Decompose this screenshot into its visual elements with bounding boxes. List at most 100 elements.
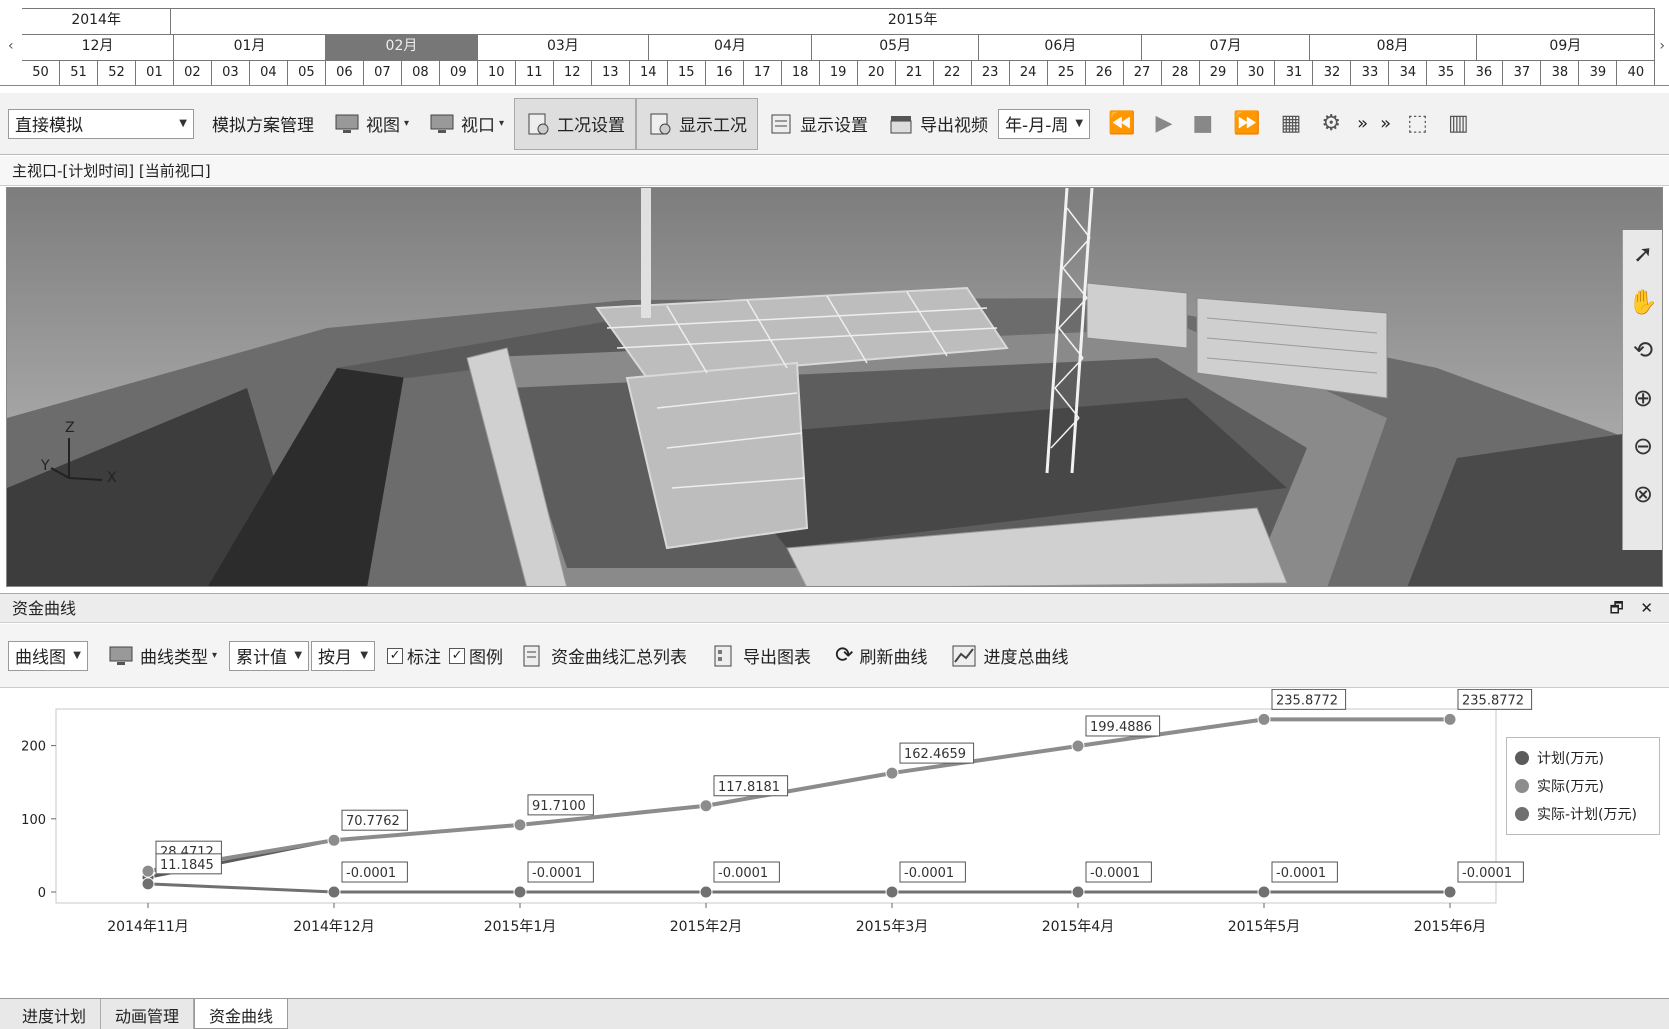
timeline-week-cell[interactable]: 29 [1200,61,1238,85]
timeline-month-cell[interactable]: 01月 [174,35,326,60]
export-video-button[interactable]: 导出视频 [878,98,998,150]
3d-viewport[interactable]: Z Y X ➚ ✋ ⟲ ⊕ ⊖ ⊗ [6,187,1663,587]
zoom-in-icon[interactable]: ⊕ [1623,374,1662,422]
timeline-month-cell[interactable]: 09月 [1477,35,1656,60]
tower-crane-icon[interactable]: ▦ [1271,111,1312,136]
timeline-week-cell[interactable]: 23 [972,61,1010,85]
timeline-week-cell[interactable]: 04 [250,61,288,85]
display-settings-button[interactable]: 显示设置 [758,98,878,150]
panel-window-buttons[interactable]: 🗗 ✕ [1610,594,1659,623]
timeline-week-cell[interactable]: 07 [364,61,402,85]
time-unit-select[interactable]: 年-月-周 ▼ [998,108,1091,139]
timeline-week-cell[interactable]: 36 [1465,61,1504,85]
timeline-week-cell[interactable]: 17 [744,61,782,85]
bottom-tab-2[interactable]: 资金曲线 [194,999,289,1029]
timeline-week-cell[interactable]: 30 [1238,61,1276,85]
show-work-button[interactable]: 显示工况 [636,97,759,150]
timeline-week-cell[interactable]: 16 [706,61,744,85]
timeline-week-cell[interactable]: 18 [782,61,820,85]
timeline-week-cell[interactable]: 03 [212,61,250,85]
scheme-management-button[interactable]: 模拟方案管理 [202,98,324,150]
timeline-week-cell[interactable]: 20 [858,61,896,85]
timeline-week-cell[interactable]: 34 [1389,61,1428,85]
select-cursor-icon[interactable]: ➚ [1623,230,1662,278]
zoom-extents-icon[interactable]: ⊗ [1623,470,1662,518]
viewport-button[interactable]: 视口 ▾ [419,98,514,150]
settings-wrench-icon[interactable]: ⚙ [1311,111,1351,136]
timeline-week-cell[interactable]: 51 [60,61,98,85]
timeline-month-cell[interactable]: 12月 [22,35,174,60]
timeline-week-cell[interactable]: 14 [630,61,668,85]
bottom-tab-1[interactable]: 动画管理 [101,999,195,1029]
timeline-week-cell[interactable]: 26 [1086,61,1124,85]
timeline-scroll-left-icon[interactable]: ‹ [8,38,14,54]
timeline-week-cell[interactable]: 08 [402,61,440,85]
timeline-week-cell[interactable]: 50 [22,61,60,85]
timeline-week-cell[interactable]: 19 [820,61,858,85]
zoom-out-icon[interactable]: ⊖ [1623,422,1662,470]
timeline-week-cell[interactable]: 21 [896,61,934,85]
timeline-week-cell[interactable]: 09 [440,61,478,85]
value-mode-select[interactable]: 累计值 ▼ [229,640,310,671]
timeline-week-cell[interactable]: 24 [1010,61,1048,85]
timeline-month-cell[interactable]: 05月 [812,35,980,60]
timeline-month-cell[interactable]: 03月 [478,35,649,60]
timeline-month-cell[interactable]: 06月 [979,35,1143,60]
timeline-scroll-right-icon[interactable]: › [1659,38,1665,54]
timeline-week-cell[interactable]: 35 [1427,61,1466,85]
timeline-week-cell[interactable]: 28 [1162,61,1200,85]
timeline-week-cell[interactable]: 37 [1503,61,1542,85]
legend-checkbox[interactable]: ✓ 图例 [445,643,507,668]
gantt-bars-icon[interactable]: ▥ [1438,111,1479,136]
overflow-more-icon-2[interactable]: » [1374,113,1397,134]
timeline-week-cell[interactable]: 31 [1275,61,1314,85]
progress-curve-button[interactable]: 进度总曲线 [939,643,1080,668]
timeline-month-cell[interactable]: 07月 [1142,35,1310,60]
timeline-week-cell[interactable]: 01 [136,61,174,85]
export-chart-button[interactable]: 导出图表 [699,643,823,668]
timeline-month-cell[interactable]: 04月 [649,35,813,60]
chart-mode-select[interactable]: 曲线图 ▼ [8,640,88,671]
play-icon[interactable]: ▶ [1145,111,1182,136]
timeline-week-cell[interactable]: 40 [1617,61,1656,85]
legend-label: 计划(万元) [1537,751,1604,767]
stop-icon[interactable]: ■ [1182,111,1223,136]
timeline-week-cell[interactable]: 22 [934,61,972,85]
overflow-more-icon[interactable]: » [1351,113,1374,134]
summary-table-button[interactable]: 资金曲线汇总列表 [507,643,699,668]
data-point [1071,739,1085,753]
sim-mode-select[interactable]: 直接模拟 ▼ [8,108,194,139]
timeline-ruler[interactable]: ‹ › 2014年 2015年 12月 01月 02月 03月 04月 05月 06月 07月 0… [0,0,1669,86]
timeline-week-cell[interactable]: 13 [592,61,630,85]
bottom-tab-0[interactable]: 进度计划 [8,999,102,1029]
timeline-week-cell[interactable]: 52 [98,61,136,85]
pan-hand-icon[interactable]: ✋ [1623,278,1662,326]
timeline-month-cell[interactable]: 02月 [325,35,478,60]
data-label: 162.4659 [904,747,966,762]
timeline-week-cell[interactable]: 06 [326,61,364,85]
timeline-week-cell[interactable]: 11 [516,61,554,85]
timeline-week-cell[interactable]: 05 [288,61,326,85]
timeline-week-cell[interactable]: 33 [1351,61,1390,85]
view-button[interactable]: 视图 ▾ [324,98,419,150]
timeline-week-cell[interactable]: 39 [1579,61,1618,85]
work-settings-button[interactable]: 工况设置 [514,97,637,150]
section-plane-icon[interactable]: ⬚ [1397,111,1438,136]
annotate-checkbox[interactable]: ✓ 标注 [383,643,445,668]
timeline-week-cell[interactable]: 25 [1048,61,1086,85]
timeline-week-cell[interactable]: 02 [174,61,212,85]
timeline-week-cell[interactable]: 10 [478,61,516,85]
timeline-week-cell[interactable]: 27 [1124,61,1162,85]
period-select[interactable]: 按月 ▼ [311,640,376,671]
curve-type-button[interactable]: 曲线类型 ▾ [96,643,229,668]
annotate-label: 标注 [407,648,442,668]
fast-forward-icon[interactable]: ⏩ [1223,111,1270,136]
timeline-month-cell[interactable]: 08月 [1310,35,1477,60]
timeline-week-cell[interactable]: 15 [668,61,706,85]
orbit-icon[interactable]: ⟲ [1623,326,1662,374]
refresh-curve-button[interactable]: ⟳ 刷新曲线 [823,643,939,668]
timeline-week-cell[interactable]: 32 [1313,61,1352,85]
timeline-week-cell[interactable]: 12 [554,61,592,85]
rewind-icon[interactable]: ⏪ [1098,111,1145,136]
timeline-week-cell[interactable]: 38 [1541,61,1580,85]
